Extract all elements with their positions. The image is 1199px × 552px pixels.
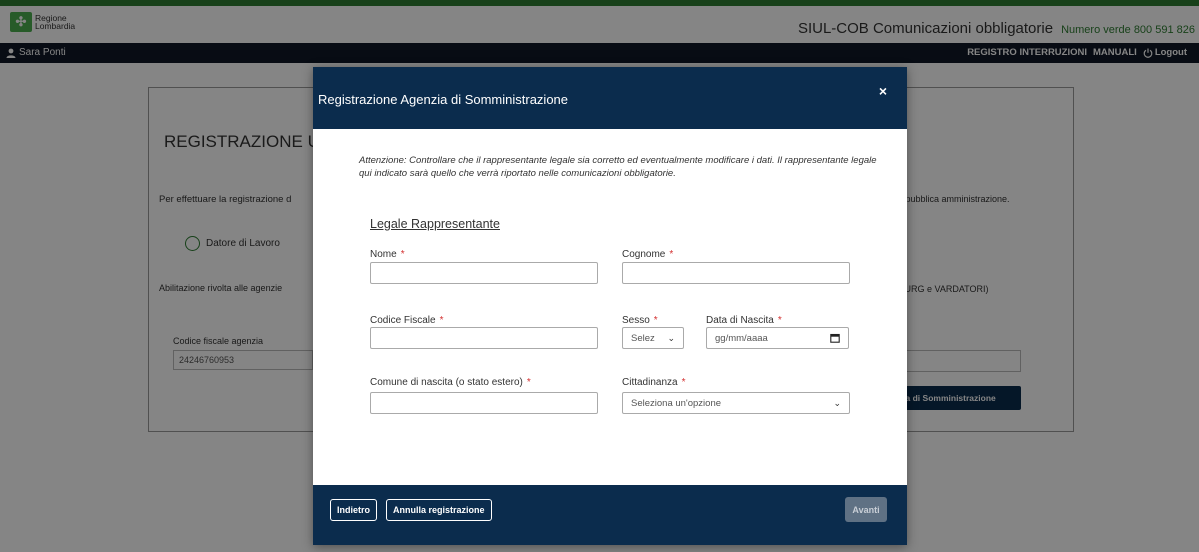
next-button[interactable]: Avanti xyxy=(845,497,887,522)
modal-body: Attenzione: Controllare che il rappresen… xyxy=(313,129,907,485)
codice-fiscale-label: Codice Fiscale * xyxy=(370,315,444,326)
modal-header: Registrazione Agenzia di Somministrazion… xyxy=(313,67,907,129)
required-mark: * xyxy=(439,315,444,326)
chevron-down-icon: ⌄ xyxy=(833,397,841,408)
cittadinanza-select[interactable]: Seleziona un'opzione ⌄ xyxy=(622,392,850,414)
warning-text: Attenzione: Controllare che il rappresen… xyxy=(359,155,877,179)
cancel-registration-button[interactable]: Annulla registrazione xyxy=(386,499,492,521)
cognome-label: Cognome * xyxy=(622,249,674,260)
cognome-input[interactable] xyxy=(622,262,850,284)
required-mark: * xyxy=(653,315,658,326)
data-nascita-label: Data di Nascita * xyxy=(706,315,782,326)
required-mark: * xyxy=(777,315,782,326)
back-button[interactable]: Indietro xyxy=(330,499,377,521)
close-icon[interactable]: × xyxy=(879,83,887,99)
modal-title: Registrazione Agenzia di Somministrazion… xyxy=(318,92,569,107)
sesso-label: Sesso * xyxy=(622,315,658,326)
nome-input[interactable] xyxy=(370,262,598,284)
required-mark: * xyxy=(681,377,686,388)
modal-footer: Indietro Annulla registrazione Avanti xyxy=(313,485,907,545)
cittadinanza-selected: Seleziona un'opzione xyxy=(631,397,722,409)
registration-modal: Registrazione Agenzia di Somministrazion… xyxy=(313,67,907,545)
data-nascita-input[interactable]: gg/mm/aaaa xyxy=(706,327,849,349)
required-mark: * xyxy=(669,249,674,260)
required-mark: * xyxy=(400,249,405,260)
chevron-down-icon: ⌄ xyxy=(667,332,675,343)
required-mark: * xyxy=(526,377,531,388)
calendar-icon[interactable] xyxy=(830,333,840,343)
sesso-selected: Selez xyxy=(631,332,655,344)
sesso-select[interactable]: Selez ⌄ xyxy=(622,327,684,349)
section-title: Legale Rappresentante xyxy=(370,217,500,231)
comune-nascita-input[interactable] xyxy=(370,392,598,414)
nome-label: Nome * xyxy=(370,249,405,260)
cittadinanza-label: Cittadinanza * xyxy=(622,377,686,388)
date-placeholder: gg/mm/aaaa xyxy=(715,332,768,344)
codice-fiscale-input[interactable] xyxy=(370,327,598,349)
comune-nascita-label: Comune di nascita (o stato estero) * xyxy=(370,377,531,388)
